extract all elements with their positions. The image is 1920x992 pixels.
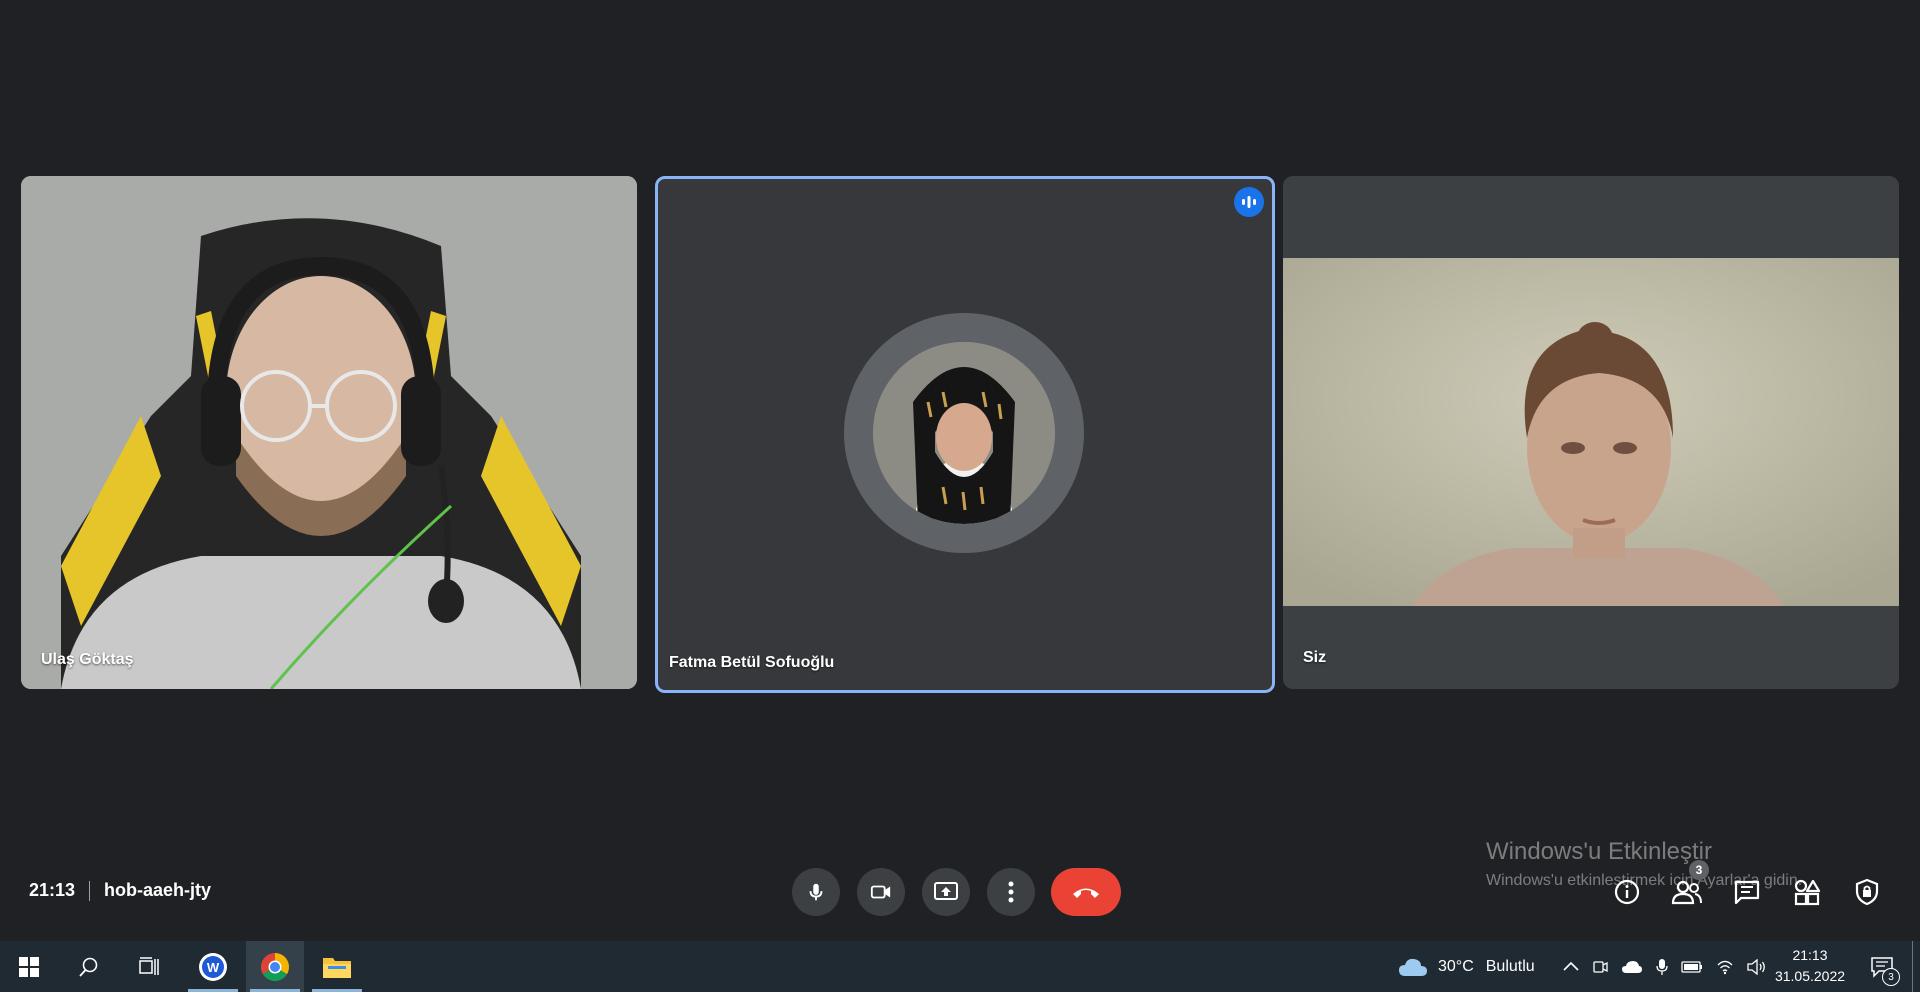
- chevron-up-icon: [1563, 961, 1579, 971]
- meet-window: Ulaş Göktaş Fatma Betül Sofuoğlu Siz 21:…: [0, 0, 1920, 941]
- meeting-details-button[interactable]: [1607, 872, 1647, 912]
- cloud-icon: [1399, 958, 1427, 976]
- show-desktop-button[interactable]: [1912, 941, 1913, 992]
- svg-text:W: W: [207, 960, 220, 975]
- hang-up-icon: [1073, 888, 1099, 898]
- system-tray: [1563, 941, 1767, 992]
- windows-taskbar: W 30°C Bulutlu 21:13 31.05.2022 3: [0, 941, 1920, 992]
- participant-tile-ulas[interactable]: Ulaş Göktaş: [21, 176, 637, 689]
- battery-icon[interactable]: [1681, 960, 1703, 974]
- people-button[interactable]: 3: [1667, 860, 1709, 912]
- participant-tile-self[interactable]: Siz: [1283, 176, 1899, 689]
- start-button[interactable]: [0, 941, 58, 992]
- taskbar-clock[interactable]: 21:13 31.05.2022: [1772, 945, 1848, 987]
- speaker-icon[interactable]: [1747, 958, 1767, 975]
- chat-icon: [1734, 880, 1760, 905]
- avatar: [873, 342, 1055, 524]
- participant-video-ulas: [21, 176, 637, 689]
- search-button[interactable]: [60, 941, 118, 992]
- participant-name-ulas: Ulaş Göktaş: [41, 651, 134, 668]
- people-count-badge: 3: [1689, 860, 1709, 880]
- chrome-icon: [261, 952, 289, 981]
- task-view-icon: [139, 956, 159, 975]
- mic-button[interactable]: [792, 868, 840, 916]
- windows-logo-icon: [19, 956, 39, 977]
- meet-now-icon[interactable]: [1592, 959, 1608, 975]
- camera-button[interactable]: [857, 868, 905, 916]
- search-icon: [79, 957, 98, 977]
- present-screen-button[interactable]: [922, 868, 970, 916]
- meeting-code[interactable]: hob-aaeh-jty: [104, 880, 211, 901]
- chat-button[interactable]: [1727, 872, 1767, 912]
- weather-widget[interactable]: 30°C Bulutlu: [1398, 941, 1535, 992]
- participant-name-self: Siz: [1303, 649, 1327, 666]
- app-w-icon: W: [199, 952, 227, 981]
- shield-lock-icon: [1855, 878, 1879, 906]
- task-view-button[interactable]: [120, 941, 178, 992]
- taskbar-app-chrome[interactable]: [246, 941, 304, 992]
- camera-icon: [870, 885, 891, 899]
- show-hidden-icons-button[interactable]: [1563, 958, 1579, 976]
- wifi-icon[interactable]: [1716, 959, 1734, 975]
- notification-count-badge: 3: [1882, 968, 1900, 986]
- meeting-time: 21:13: [29, 880, 76, 900]
- weather-temp: 30°C: [1438, 957, 1474, 975]
- participant-video-self: [1283, 258, 1899, 606]
- more-options-button[interactable]: [987, 868, 1035, 916]
- people-icon: [1671, 880, 1702, 905]
- onedrive-icon[interactable]: [1621, 960, 1643, 974]
- meeting-info: 21:13 hob-aaeh-jty: [29, 880, 211, 901]
- weather-desc: Bulutlu: [1485, 957, 1535, 975]
- speaking-indicator-icon: [1234, 187, 1264, 217]
- host-controls-button[interactable]: [1847, 872, 1887, 912]
- clock-time: 21:13: [1792, 947, 1828, 963]
- taskbar-app-file-explorer[interactable]: [308, 941, 366, 992]
- participant-name-fatma: Fatma Betül Sofuoğlu: [669, 654, 835, 671]
- folder-icon: [323, 957, 351, 978]
- hang-up-button[interactable]: [1051, 868, 1121, 916]
- more-options-icon: [1008, 881, 1014, 903]
- divider: [89, 880, 91, 901]
- avatar-ring: [844, 313, 1084, 553]
- present-screen-icon: [934, 882, 958, 900]
- mic-icon: [809, 883, 823, 901]
- action-center-button[interactable]: 3: [1860, 941, 1904, 992]
- activities-icon: [1794, 879, 1821, 906]
- watermark-title: Windows'u Etkinleştir: [1486, 838, 1712, 865]
- taskbar-app-wps[interactable]: W: [184, 941, 242, 992]
- microphone-tray-icon[interactable]: [1656, 958, 1668, 976]
- clock-date: 31.05.2022: [1774, 968, 1846, 984]
- info-icon: [1614, 879, 1640, 905]
- activities-button[interactable]: [1787, 872, 1827, 912]
- participant-tile-fatma[interactable]: Fatma Betül Sofuoğlu: [655, 176, 1275, 693]
